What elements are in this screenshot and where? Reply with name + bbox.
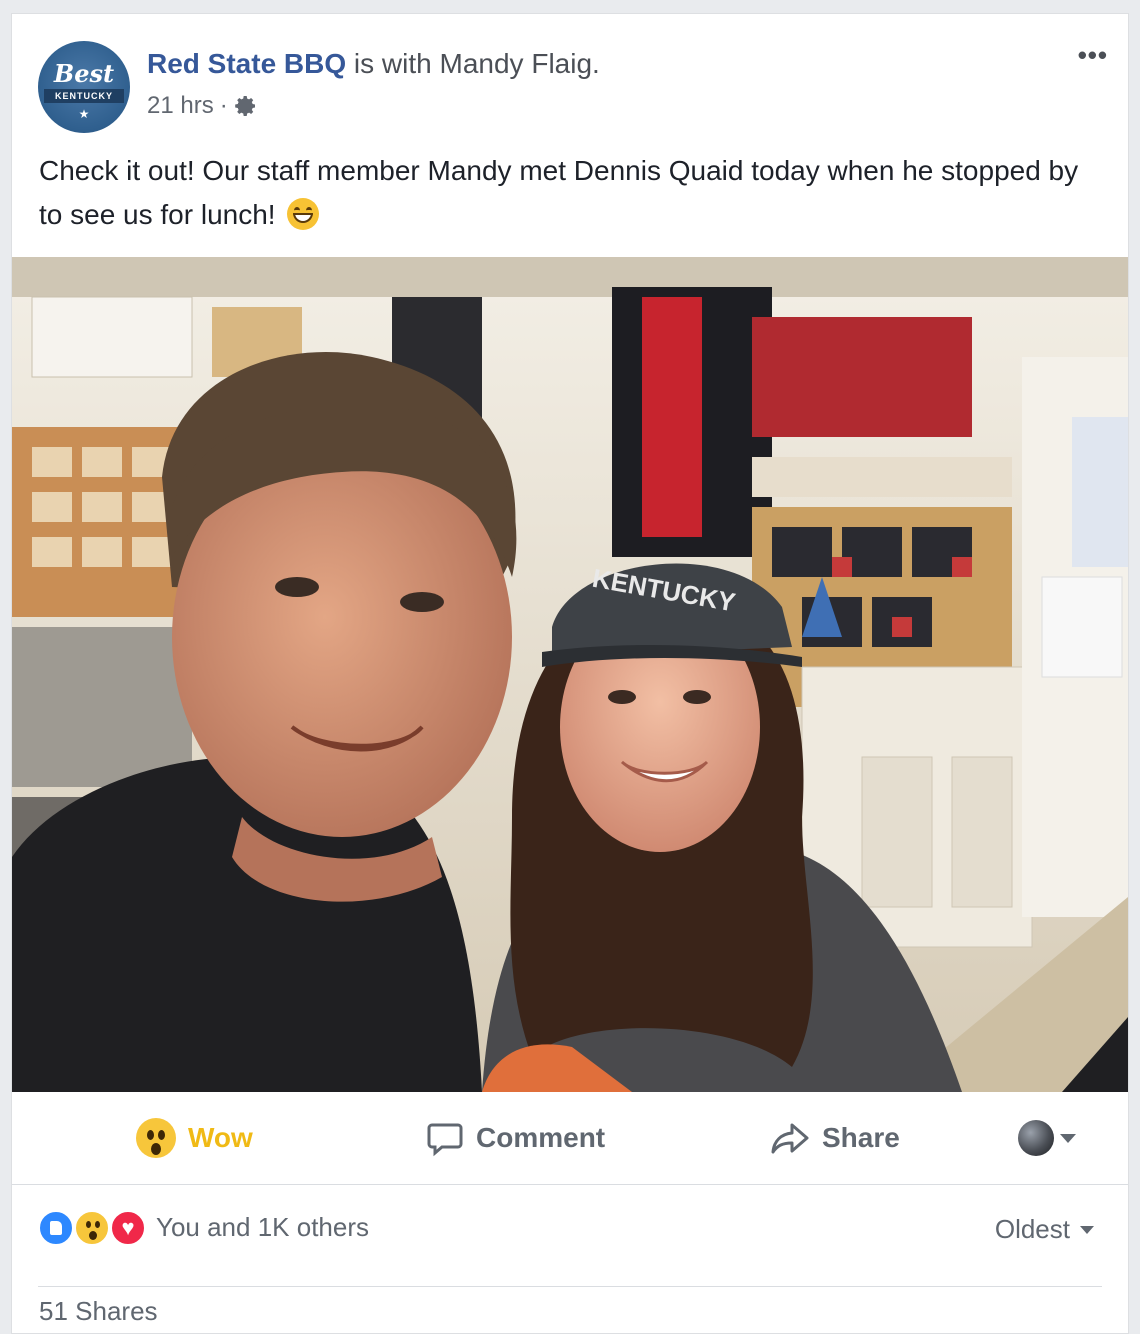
wow-icon xyxy=(74,1210,110,1246)
post-actions-bar: Wow Comment Share xyxy=(12,1094,1128,1185)
like-icon xyxy=(38,1210,74,1246)
comment-sort-dropdown[interactable]: Oldest xyxy=(995,1214,1094,1245)
post-timestamp[interactable]: 21 hrs xyxy=(147,92,214,120)
share-label: Share xyxy=(822,1122,900,1153)
post-card: Best KENTUCKY ★ Red State BBQ is with Ma… xyxy=(11,13,1129,1334)
comment-icon xyxy=(427,1123,463,1157)
wow-reaction-button[interactable]: Wow xyxy=(136,1116,253,1160)
more-options-button[interactable]: ••• xyxy=(1078,42,1108,68)
post-text: Check it out! Our staff member Mandy met… xyxy=(39,149,1099,237)
divider xyxy=(38,1286,1102,1287)
grinning-emoji-icon xyxy=(287,198,320,230)
share-arrow-icon xyxy=(771,1123,809,1154)
globe-icon xyxy=(1018,1120,1054,1156)
wow-icon xyxy=(136,1118,176,1158)
post-meta: 21 hrs · xyxy=(147,92,258,120)
page-name-link[interactable]: Red State BBQ xyxy=(147,48,346,79)
share-count-link[interactable]: 51 Shares xyxy=(39,1296,158,1327)
comment-label: Comment xyxy=(476,1122,606,1153)
share-button[interactable]: Share xyxy=(770,1116,900,1160)
wow-label: Wow xyxy=(188,1122,253,1153)
chevron-down-icon xyxy=(1080,1225,1094,1234)
love-icon xyxy=(110,1210,146,1246)
audience-selector[interactable] xyxy=(1018,1116,1076,1160)
sort-label: Oldest xyxy=(994,1214,1070,1244)
meta-separator: · xyxy=(219,92,228,119)
avatar-star: ★ xyxy=(78,107,90,121)
chevron-down-icon xyxy=(1060,1133,1076,1143)
post-header: Red State BBQ is with Mandy Flaig. xyxy=(147,48,600,80)
comment-button[interactable]: Comment xyxy=(426,1116,605,1160)
gear-icon[interactable] xyxy=(234,94,258,118)
reaction-icons[interactable] xyxy=(38,1210,150,1246)
tagged-person-link[interactable]: Mandy Flaig. xyxy=(440,48,600,79)
page-avatar[interactable]: Best KENTUCKY ★ xyxy=(38,41,130,133)
post-body: Check it out! Our staff member Mandy met… xyxy=(39,155,1079,230)
photo-illustration: KENTUCKY xyxy=(12,257,1128,1092)
reactions-summary: You and 1K others Oldest xyxy=(12,1184,1128,1274)
with-text: is with xyxy=(346,48,440,79)
avatar-logo-text: Best xyxy=(53,59,115,88)
avatar-banner: KENTUCKY xyxy=(44,89,124,103)
reaction-count-link[interactable]: You and 1K others xyxy=(156,1212,369,1243)
post-photo[interactable]: KENTUCKY xyxy=(12,257,1128,1092)
